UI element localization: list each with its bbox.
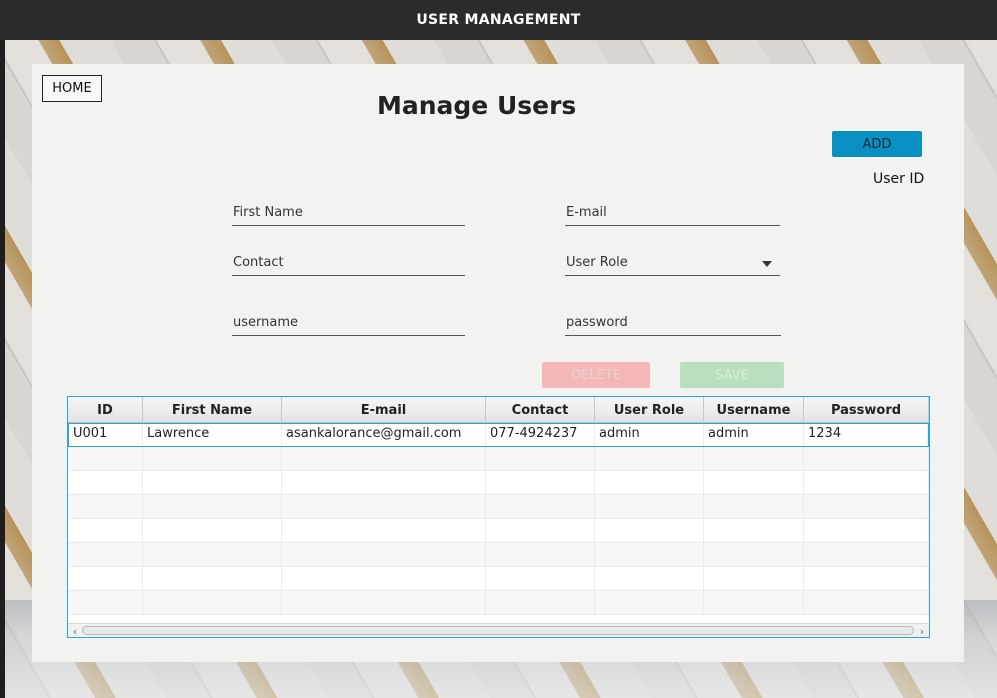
username-placeholder: username [233,315,298,330]
contact-placeholder: Contact [233,255,284,270]
manage-users-panel: HOME Manage Users ADD User ID First Name… [32,64,964,662]
column-header-username[interactable]: Username [704,397,804,423]
column-header-password[interactable]: Password [804,397,929,423]
window-titlebar: USER MANAGEMENT [0,0,997,40]
cell-email: asankalorance@gmail.com [282,424,486,446]
user-role-placeholder: User Role [566,255,628,270]
column-header-contact[interactable]: Contact [486,397,595,423]
dropdown-arrow-icon[interactable] [762,261,772,267]
window-title: USER MANAGEMENT [416,12,581,28]
password-field[interactable]: password [565,312,781,336]
cell-user-role: admin [595,424,704,446]
contact-field[interactable]: Contact [232,252,465,276]
column-header-id[interactable]: ID [68,397,143,423]
user-role-select[interactable]: User Role [565,252,780,276]
delete-button[interactable]: DELETE [542,362,650,388]
empty-table-row [68,471,929,495]
empty-table-row [68,447,929,471]
page-title: Manage Users [377,91,577,120]
password-placeholder: password [566,315,628,330]
empty-table-row [68,591,929,615]
first-name-placeholder: First Name [233,205,303,220]
table-body: U001 Lawrence asankalorance@gmail.com 07… [68,423,929,615]
email-field[interactable]: E-mail [565,202,780,226]
empty-table-row [68,495,929,519]
horizontal-scrollbar[interactable]: ‹ › [68,623,929,637]
empty-table-row [68,519,929,543]
email-placeholder: E-mail [566,205,607,220]
cell-password: 1234 [804,424,928,446]
cell-username: admin [704,424,804,446]
cell-contact: 077-4924237 [486,424,595,446]
user-id-label: User ID [873,171,925,187]
column-header-email[interactable]: E-mail [282,397,486,423]
users-table[interactable]: ID First Name E-mail Contact User Role U… [67,396,930,638]
save-button[interactable]: SAVE [680,362,784,388]
home-button[interactable]: HOME [42,75,102,102]
column-header-user-role[interactable]: User Role [595,397,704,423]
scroll-right-icon[interactable]: › [916,625,928,638]
table-header: ID First Name E-mail Contact User Role U… [68,397,929,423]
scroll-left-icon[interactable]: ‹ [69,625,81,638]
scrollbar-thumb[interactable] [82,626,914,635]
add-button[interactable]: ADD [832,131,922,157]
column-header-first-name[interactable]: First Name [143,397,282,423]
first-name-field[interactable]: First Name [232,202,465,226]
empty-table-row [68,567,929,591]
empty-table-row [68,543,929,567]
table-row[interactable]: U001 Lawrence asankalorance@gmail.com 07… [68,423,929,447]
cell-id: U001 [69,424,143,446]
cell-first-name: Lawrence [143,424,282,446]
username-field[interactable]: username [232,312,465,336]
